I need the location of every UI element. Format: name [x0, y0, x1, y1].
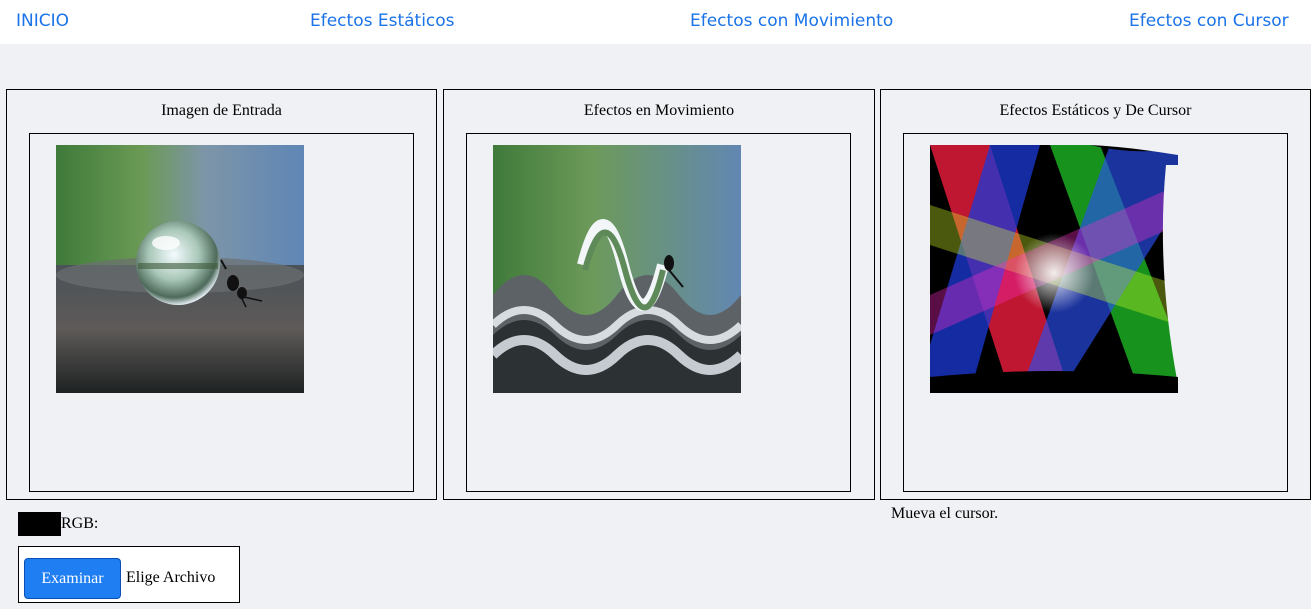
rgb-label: RGB:	[61, 515, 99, 532]
static-cursor-effects-panel: Efectos Estáticos y De Cursor	[880, 89, 1311, 500]
top-nav: INICIO Efectos Estáticos Efectos con Mov…	[0, 0, 1311, 44]
browse-file-button[interactable]: Examinar	[24, 558, 121, 599]
input-image-frame	[29, 133, 414, 492]
moving-effects-panel: Efectos en Movimiento	[443, 89, 875, 500]
input-image-panel: Imagen de Entrada	[6, 89, 437, 500]
file-status-label: Elige Archivo	[126, 569, 216, 586]
panel-title-input: Imagen de Entrada	[161, 102, 282, 119]
nav-link-efectos-estaticos[interactable]: Efectos Estáticos	[310, 11, 455, 31]
nav-link-efectos-cursor[interactable]: Efectos con Cursor	[1129, 11, 1289, 31]
cursor-hint-text: Mueva el cursor.	[891, 505, 999, 522]
moving-effects-frame	[466, 133, 851, 492]
input-image	[56, 145, 304, 393]
panel-title-moving: Efectos en Movimiento	[583, 102, 735, 119]
rgb-color-swatch	[18, 512, 61, 536]
file-chooser: Examinar Elige Archivo	[18, 546, 240, 603]
static-cursor-effects-canvas[interactable]	[930, 145, 1178, 393]
static-cursor-effects-frame	[903, 133, 1288, 492]
panel-title-static-cursor: Efectos Estáticos y De Cursor	[999, 102, 1192, 119]
moving-effects-canvas	[493, 145, 741, 393]
nav-link-efectos-movimiento[interactable]: Efectos con Movimiento	[690, 11, 893, 31]
nav-link-inicio[interactable]: INICIO	[16, 11, 69, 31]
